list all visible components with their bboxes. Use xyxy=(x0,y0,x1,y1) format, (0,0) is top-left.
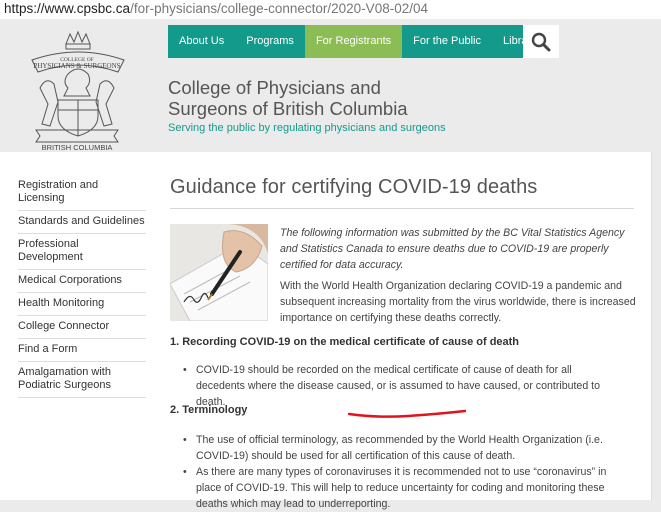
content-card: Registration and Licensing Standards and… xyxy=(0,152,652,510)
nav-about-us[interactable]: About Us xyxy=(168,25,235,58)
list-item-text: The use of official terminology, as reco… xyxy=(196,434,603,462)
sidebar-item-standards[interactable]: Standards and Guidelines xyxy=(18,211,146,234)
sidebar-item-medical-corporations[interactable]: Medical Corporations xyxy=(18,270,146,293)
site-title-line1: College of Physicians and xyxy=(168,77,381,98)
nav-for-registrants[interactable]: For Registrants xyxy=(304,25,403,58)
url-path: /for-physicians/college-connector/2020-V… xyxy=(130,1,428,16)
intro-text: The following information was submitted … xyxy=(280,227,625,271)
bullet-icon: • xyxy=(183,364,187,376)
svg-text:PHYSICIANS & SURGEONS: PHYSICIANS & SURGEONS xyxy=(33,62,120,70)
list-item: • The use of official terminology, as rec… xyxy=(170,432,620,464)
page-title: Guidance for certifying COVID-19 deaths xyxy=(170,176,538,198)
sidebar-item-registration[interactable]: Registration and Licensing xyxy=(18,175,146,211)
list-item-text: COVID-19 should be recorded on the medic… xyxy=(196,364,600,408)
nav-programs[interactable]: Programs xyxy=(235,25,305,58)
section-heading-recording: 1. Recording COVID-19 on the medical cer… xyxy=(170,336,520,348)
url-domain: https://www.cpsbc.ca xyxy=(4,1,131,16)
sidebar-item-professional-development[interactable]: Professional Development xyxy=(18,234,146,270)
college-crest-logo[interactable]: COLLEGE OF PHYSICIANS & SURGEONS BRITISH… xyxy=(18,22,136,152)
search-icon xyxy=(531,32,551,51)
page: COLLEGE OF PHYSICIANS & SURGEONS BRITISH… xyxy=(0,19,661,510)
logo-caption: BRITISH COLUMBIA xyxy=(42,143,113,152)
search-button[interactable] xyxy=(523,25,559,58)
red-annotation-underline xyxy=(348,409,466,418)
section-heading-terminology: 2. Terminology xyxy=(170,404,248,416)
body-paragraph: With the World Health Organization decla… xyxy=(280,280,636,324)
sidebar-nav: Registration and Licensing Standards and… xyxy=(18,175,146,398)
list-item-text: As there are many types of coronaviruses… xyxy=(196,466,607,510)
bullet-icon: • xyxy=(183,466,187,478)
list-item: • COVID-19 should be recorded on the medi… xyxy=(170,362,620,410)
title-divider xyxy=(170,208,634,209)
sidebar-item-amalgamation[interactable]: Amalgamation with Podiatric Surgeons xyxy=(18,362,146,398)
signing-document-image xyxy=(170,224,268,321)
sidebar-item-health-monitoring[interactable]: Health Monitoring xyxy=(18,293,146,316)
main-nav: About Us Programs For Registrants For th… xyxy=(168,25,548,58)
site-tagline: Serving the public by regulating physici… xyxy=(168,122,446,134)
bullet-icon: • xyxy=(183,434,187,446)
address-bar[interactable]: https://www.cpsbc.ca/for-physicians/coll… xyxy=(0,0,661,19)
site-title-line2: Surgeons of British Columbia xyxy=(168,98,408,119)
sidebar-item-college-connector[interactable]: College Connector xyxy=(18,316,146,339)
sidebar-item-find-a-form[interactable]: Find a Form xyxy=(18,339,146,362)
list-item: • As there are many types of coronaviruse… xyxy=(170,464,620,512)
nav-for-the-public[interactable]: For the Public xyxy=(402,25,492,58)
